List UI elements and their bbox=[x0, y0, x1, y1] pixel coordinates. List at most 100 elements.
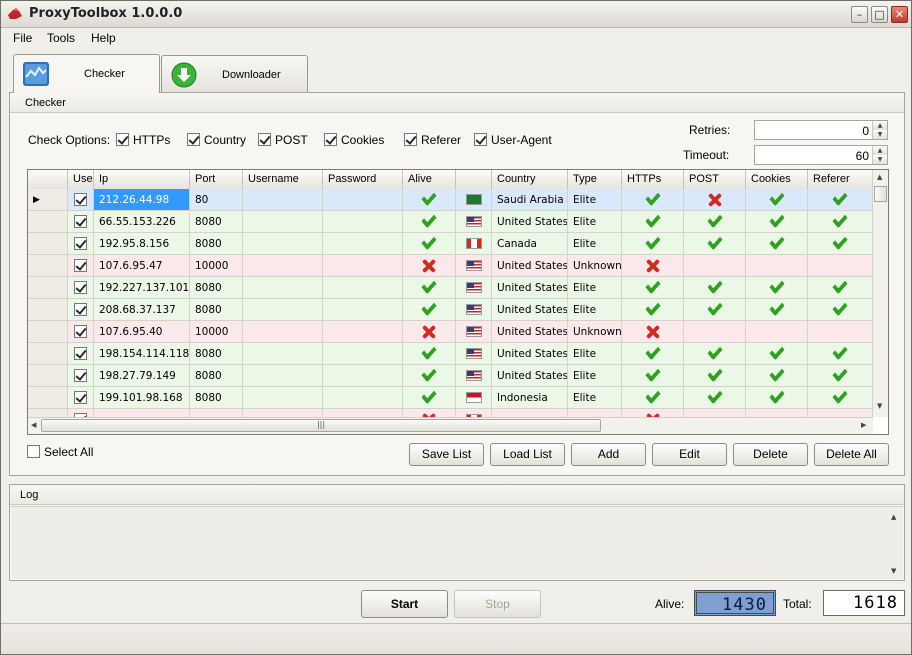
https-checkbox[interactable] bbox=[116, 133, 129, 146]
retries-up-icon[interactable]: ▲ bbox=[873, 121, 887, 130]
stop-button[interactable]: Stop bbox=[454, 590, 541, 618]
close-button[interactable]: ✕ bbox=[891, 6, 908, 23]
use-checkbox[interactable] bbox=[74, 193, 87, 206]
column-header[interactable]: Password bbox=[323, 170, 403, 189]
option-country[interactable]: Country bbox=[187, 133, 246, 147]
table-row[interactable]: 198.154.114.118 8080 United States Elite bbox=[28, 343, 873, 365]
table-row[interactable]: 208.68.37.137 8080 United States Elite bbox=[28, 299, 873, 321]
us-flag-icon bbox=[465, 216, 482, 227]
timeout-up-icon[interactable]: ▲ bbox=[873, 146, 887, 155]
referer-checkbox[interactable] bbox=[404, 133, 417, 146]
user-agent-checkbox[interactable] bbox=[474, 133, 487, 146]
country-cell: Canada bbox=[492, 233, 568, 255]
option-https[interactable]: HTTPs bbox=[116, 133, 170, 147]
horizontal-scroll-thumb[interactable]: ||| bbox=[41, 419, 601, 432]
column-header[interactable]: Country bbox=[492, 170, 568, 189]
alive-cell bbox=[403, 387, 456, 409]
port-cell bbox=[190, 409, 243, 417]
cookies-cell bbox=[746, 277, 808, 299]
delete-button[interactable]: Delete bbox=[733, 443, 808, 466]
flag-cell bbox=[456, 277, 492, 299]
row-header bbox=[28, 277, 68, 299]
cookies-checkbox[interactable] bbox=[324, 133, 337, 146]
option-post[interactable]: POST bbox=[258, 133, 308, 147]
post-cell bbox=[684, 233, 746, 255]
retries-down-icon[interactable]: ▼ bbox=[873, 130, 887, 139]
proxy-grid[interactable]: Use Ip Port Username Password Alive Country Typ… bbox=[27, 169, 889, 435]
menu-help[interactable]: Help bbox=[91, 31, 116, 45]
tab-checker[interactable]: Checker bbox=[13, 54, 160, 93]
column-header[interactable]: HTTPs bbox=[622, 170, 684, 189]
select-all-checkbox[interactable] bbox=[27, 445, 40, 458]
use-checkbox[interactable] bbox=[74, 303, 87, 316]
menu-file[interactable]: File bbox=[13, 31, 32, 45]
use-checkbox[interactable] bbox=[74, 281, 87, 294]
delete-all-button[interactable]: Delete All bbox=[814, 443, 889, 466]
column-header[interactable]: Use bbox=[68, 170, 94, 189]
menu-tools[interactable]: Tools bbox=[47, 31, 75, 45]
column-header[interactable]: Referer bbox=[808, 170, 873, 189]
row-header bbox=[28, 365, 68, 387]
scroll-up-icon[interactable]: ▲ bbox=[877, 173, 882, 181]
row-header bbox=[28, 321, 68, 343]
retries-spinner[interactable]: 0 ▲ ▼ bbox=[754, 120, 888, 140]
horizontal-scrollbar[interactable]: ◀ ||| ▶ bbox=[28, 417, 873, 434]
column-header[interactable]: Alive bbox=[403, 170, 456, 189]
column-header[interactable] bbox=[456, 170, 492, 189]
load-list-button[interactable]: Load List bbox=[490, 443, 565, 466]
use-checkbox[interactable] bbox=[74, 369, 87, 382]
option-referer[interactable]: Referer bbox=[404, 133, 461, 147]
use-checkbox[interactable] bbox=[74, 237, 87, 250]
vertical-scrollbar[interactable]: ▲ ▼ bbox=[872, 170, 888, 417]
scroll-right-icon[interactable]: ▶ bbox=[861, 421, 866, 429]
column-header[interactable]: POST bbox=[684, 170, 746, 189]
timeout-spinner[interactable]: 60 ▲ ▼ bbox=[754, 145, 888, 165]
us-flag-icon bbox=[465, 326, 482, 337]
column-header[interactable]: Type bbox=[568, 170, 622, 189]
option-cookies[interactable]: Cookies bbox=[324, 133, 384, 147]
start-button[interactable]: Start bbox=[361, 590, 448, 618]
column-header[interactable]: Ip bbox=[94, 170, 190, 189]
vertical-scroll-thumb[interactable] bbox=[874, 186, 887, 202]
scroll-down-icon[interactable]: ▼ bbox=[877, 402, 882, 410]
table-row[interactable]: 192.95.8.156 8080 Canada Elite bbox=[28, 233, 873, 255]
post-cell bbox=[684, 343, 746, 365]
save-list-button[interactable]: Save List bbox=[409, 443, 484, 466]
check-icon bbox=[421, 343, 437, 361]
us-flag-icon bbox=[465, 348, 482, 359]
main-window: ProxyToolbox 1.0.0.0 – □ ✕ File Tools He… bbox=[0, 0, 912, 655]
table-row[interactable]: 107.6.95.40 10000 United States Unknown bbox=[28, 321, 873, 343]
minimize-button[interactable]: – bbox=[851, 6, 868, 23]
log-scroll-down-icon[interactable]: ▼ bbox=[891, 567, 896, 575]
table-row[interactable]: 107.6.95.47 10000 United States Unknown bbox=[28, 255, 873, 277]
select-all[interactable]: Select All bbox=[27, 445, 93, 459]
maximize-button[interactable]: □ bbox=[871, 6, 888, 23]
table-row[interactable]: 66.55.153.226 8080 United States Elite bbox=[28, 211, 873, 233]
use-checkbox[interactable] bbox=[74, 215, 87, 228]
column-header[interactable]: Port bbox=[190, 170, 243, 189]
table-row[interactable] bbox=[28, 409, 873, 417]
log-output[interactable]: ▲ ▼ bbox=[11, 506, 903, 579]
option-user-agent[interactable]: User-Agent bbox=[474, 133, 552, 147]
post-checkbox[interactable] bbox=[258, 133, 271, 146]
table-row[interactable]: ▶ 212.26.44.98 80 Saudi Arabia Elite bbox=[28, 189, 873, 211]
column-header[interactable]: Username bbox=[243, 170, 323, 189]
edit-button[interactable]: Edit bbox=[652, 443, 727, 466]
use-checkbox[interactable] bbox=[74, 259, 87, 272]
table-row[interactable]: 192.227.137.101 8080 United States Elite bbox=[28, 277, 873, 299]
timeout-down-icon[interactable]: ▼ bbox=[873, 155, 887, 164]
add-button[interactable]: Add bbox=[571, 443, 646, 466]
use-checkbox[interactable] bbox=[74, 347, 87, 360]
country-checkbox[interactable] bbox=[187, 133, 200, 146]
table-row[interactable]: 199.101.98.168 8080 Indonesia Elite bbox=[28, 387, 873, 409]
tab-downloader[interactable]: Downloader bbox=[161, 55, 308, 93]
use-cell bbox=[68, 343, 94, 365]
use-checkbox[interactable] bbox=[74, 325, 87, 338]
alive-cell bbox=[403, 321, 456, 343]
column-header[interactable]: Cookies bbox=[746, 170, 808, 189]
use-checkbox[interactable] bbox=[74, 391, 87, 404]
type-cell: Elite bbox=[568, 233, 622, 255]
log-scroll-up-icon[interactable]: ▲ bbox=[891, 513, 896, 521]
scroll-left-icon[interactable]: ◀ bbox=[31, 421, 36, 429]
table-row[interactable]: 198.27.79.149 8080 United States Elite bbox=[28, 365, 873, 387]
